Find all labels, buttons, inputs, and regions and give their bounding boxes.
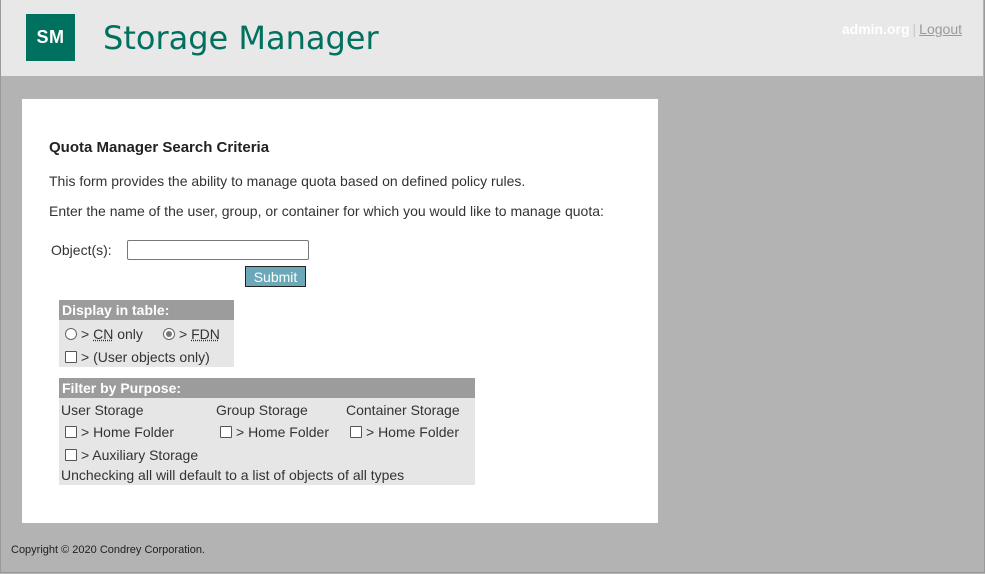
display-options-box: Display in table: > CN only > FDN > (Use…	[59, 300, 234, 367]
form-instructions: Enter the name of the user, group, or co…	[49, 203, 604, 219]
container-home-folder-checkbox[interactable]	[350, 426, 362, 438]
user-auxiliary-storage-label: > Auxiliary Storage	[81, 447, 199, 463]
cn-only-radio[interactable]	[65, 328, 77, 340]
container-storage-heading: Container Storage	[346, 402, 460, 418]
fdn-radio[interactable]	[163, 328, 175, 340]
user-objects-only-checkbox[interactable]	[65, 351, 77, 363]
group-storage-heading: Group Storage	[216, 402, 308, 418]
user-home-folder-option[interactable]: > Home Folder	[65, 424, 174, 440]
app-header: SM Storage Manager admin.org | Logout	[1, 0, 983, 76]
submit-button[interactable]: Submit	[245, 266, 306, 287]
app-logo: SM	[26, 14, 75, 61]
user-bar: admin.org | Logout	[842, 21, 962, 37]
fdn-option[interactable]: > FDN	[163, 326, 220, 342]
user-auxiliary-storage-option[interactable]: > Auxiliary Storage	[65, 447, 198, 463]
user-objects-only-label: > (User objects only)	[81, 349, 210, 365]
user-objects-only-option[interactable]: > (User objects only)	[65, 349, 210, 365]
fdn-prefix: >	[179, 326, 188, 342]
objects-input[interactable]	[127, 240, 309, 260]
filter-note: Unchecking all will default to a list of…	[61, 467, 405, 483]
user-auxiliary-storage-checkbox[interactable]	[65, 449, 77, 461]
user-storage-heading: User Storage	[61, 402, 144, 418]
fdn-abbr: FDN	[191, 326, 220, 342]
search-panel: Quota Manager Search Criteria This form …	[22, 99, 658, 523]
group-home-folder-option[interactable]: > Home Folder	[220, 424, 329, 440]
form-title: Quota Manager Search Criteria	[49, 139, 270, 156]
cn-only-option[interactable]: > CN only	[65, 326, 143, 342]
user-home-folder-label: > Home Folder	[81, 424, 174, 440]
group-home-folder-checkbox[interactable]	[220, 426, 232, 438]
copyright-footer: Copyright © 2020 Condrey Corporation.	[11, 544, 205, 556]
filter-purpose-heading: Filter by Purpose:	[59, 378, 475, 398]
container-home-folder-label: > Home Folder	[366, 424, 459, 440]
user-separator: |	[912, 21, 917, 37]
display-options-heading: Display in table:	[59, 300, 234, 320]
filter-purpose-box: Filter by Purpose: User Storage Group St…	[59, 378, 475, 485]
objects-label: Object(s):	[51, 242, 112, 258]
username: admin.org	[841, 21, 910, 37]
cn-prefix: >	[81, 326, 90, 342]
cn-abbr: CN	[93, 326, 114, 342]
logout-link[interactable]: Logout	[919, 21, 962, 37]
cn-suffix: only	[117, 326, 143, 342]
group-home-folder-label: > Home Folder	[236, 424, 329, 440]
user-home-folder-checkbox[interactable]	[65, 426, 77, 438]
container-home-folder-option[interactable]: > Home Folder	[350, 424, 459, 440]
form-description: This form provides the ability to manage…	[49, 173, 526, 189]
app-title: Storage Manager	[103, 19, 379, 57]
